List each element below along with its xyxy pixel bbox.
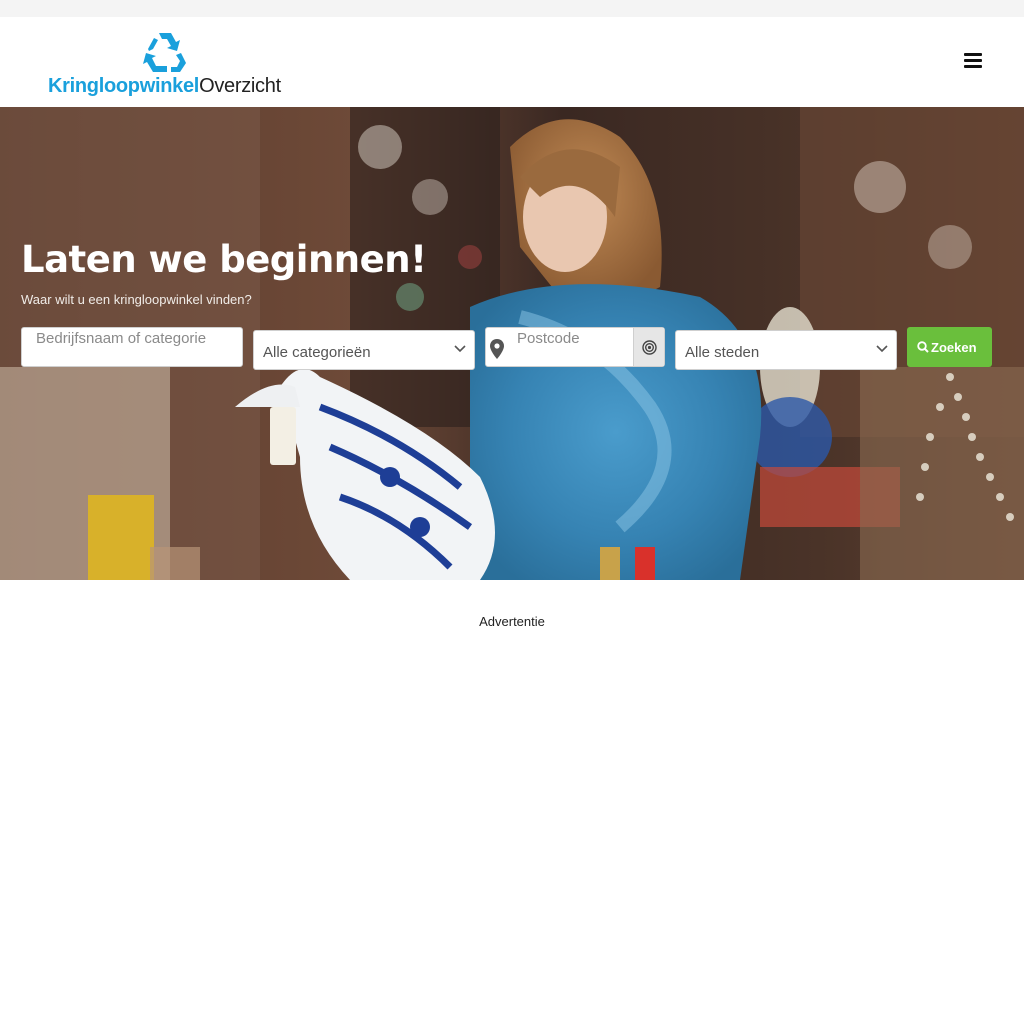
city-selected-value: Alle steden <box>685 344 760 361</box>
site-logo[interactable]: KringloopwinkelOverzicht <box>48 31 288 97</box>
recycle-icon <box>143 33 186 72</box>
advertisement-label: Advertentie <box>479 614 545 629</box>
hamburger-menu-icon[interactable] <box>964 53 982 69</box>
logo-text-kringloopwinkel: Kringloopwinkel <box>48 75 200 97</box>
site-header: KringloopwinkelOverzicht <box>0 17 1024 107</box>
city-select[interactable]: Alle steden <box>675 330 897 370</box>
hero-title: Laten we beginnen! <box>21 238 427 281</box>
map-pin-icon <box>490 339 504 359</box>
search-button-label: Zoeken <box>931 340 977 355</box>
search-button[interactable]: Zoeken <box>907 327 992 367</box>
category-selected-value: Alle categorieën <box>263 344 371 361</box>
search-icon <box>917 341 929 353</box>
business-name-input[interactable]: Bedrijfsnaam of categorie <box>21 327 243 367</box>
business-name-placeholder: Bedrijfsnaam of categorie <box>36 330 207 347</box>
hero-subtitle: Waar wilt u een kringloopwinkel vinden? <box>21 292 252 307</box>
chevron-down-icon <box>454 345 466 353</box>
category-select[interactable]: Alle categorieën <box>253 330 475 370</box>
postcode-placeholder: Postcode <box>517 330 580 347</box>
locate-me-button[interactable] <box>633 328 664 366</box>
logo-wordmark: KringloopwinkelOverzicht <box>48 75 281 98</box>
logo-text-overzicht: Overzicht <box>199 75 281 97</box>
top-strip <box>0 0 1024 17</box>
target-location-icon <box>642 340 657 355</box>
chevron-down-icon <box>876 345 888 353</box>
